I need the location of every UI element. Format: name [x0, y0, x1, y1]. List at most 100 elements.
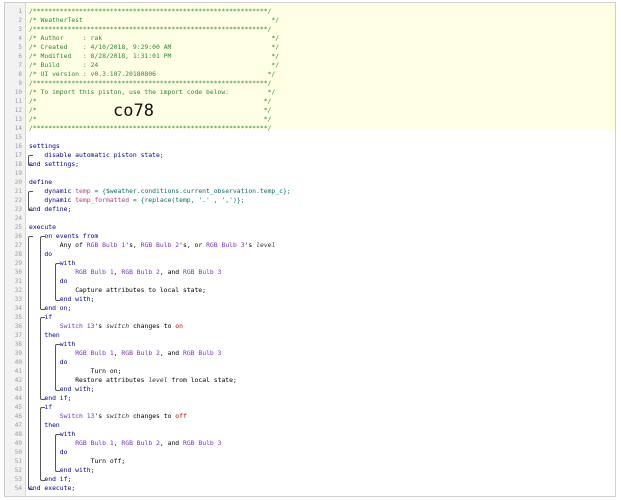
device-rgb-bulb-1[interactable]: RGB Bulb 1 [75, 268, 113, 276]
code-line: do [60, 448, 68, 457]
device-rgb-bulb-1[interactable]: RGB Bulb 1 [87, 241, 125, 249]
line-number: 44 [14, 395, 22, 402]
code-line: Turn off; [91, 457, 126, 466]
code-line: end define; [29, 205, 71, 214]
on-events-keyword: on events from [44, 232, 99, 240]
import-code: co78 [113, 100, 154, 121]
code-line: /* Created : 4/10/2018, 9:29:00 AM */ [29, 43, 279, 52]
line-number: 36 [14, 323, 22, 330]
line-number: 45 [14, 404, 22, 411]
attribute-level[interactable]: level [256, 241, 275, 249]
code-line: execute [29, 223, 56, 232]
code-line: /* UI version : v0.3.107.20180806 */ [29, 70, 275, 79]
line-number: 18 [14, 161, 22, 168]
code-area: /***************************************… [25, 3, 615, 496]
code-line: then [44, 421, 59, 430]
code-line: with [60, 259, 75, 268]
device-rgb-bulb-2[interactable]: RGB Bulb 2 [141, 241, 179, 249]
line-number: 46 [14, 413, 22, 420]
end-with-keyword: end with; [59, 466, 95, 474]
temp-expression: = {$weather.conditions.current_observati… [94, 187, 291, 195]
header-import-note: /* To import this piston, use the import… [29, 88, 276, 96]
line-number: 49 [14, 440, 22, 447]
header-modified: /* Modified : 8/28/2018, 1:31:01 PM */ [29, 52, 280, 60]
value-off[interactable]: off [175, 412, 187, 420]
line-number: 29 [14, 260, 22, 267]
device-rgb-bulb-1[interactable]: RGB Bulb 1 [75, 349, 113, 357]
code-line: settings [29, 142, 60, 151]
line-number: 34 [14, 305, 22, 312]
and-text: , and [159, 349, 180, 357]
attribute-switch[interactable]: switch [106, 322, 129, 330]
with-keyword: with [59, 259, 76, 267]
code-line: end settings; [29, 160, 79, 169]
end-on-keyword: end on; [44, 304, 72, 312]
device-switch-13[interactable]: Switch 13 [60, 322, 95, 330]
changes-to-text: changes to [132, 412, 172, 420]
attribute-level[interactable]: level [148, 376, 167, 384]
restore-statement: Restore attributes [75, 376, 145, 384]
value-on[interactable]: on [175, 322, 183, 330]
line-number: 11 [14, 98, 22, 105]
device-rgb-bulb-3[interactable]: RGB Bulb 3 [183, 439, 221, 447]
line-number: 37 [14, 332, 22, 339]
line-number: 9 [18, 80, 22, 87]
code-line: dynamic temp = {$weather.conditions.curr… [44, 187, 290, 196]
any-of-text: Any of [59, 241, 83, 249]
device-rgb-bulb-2[interactable]: RGB Bulb 2 [121, 439, 159, 447]
line-number: 20 [14, 179, 22, 186]
end-execute-keyword: end execute; [29, 484, 76, 492]
block-guide [28, 155, 33, 166]
line-number: 13 [14, 116, 22, 123]
define-keyword: define [29, 178, 53, 186]
line-number: 19 [14, 170, 22, 177]
end-with-keyword: end with; [59, 295, 95, 303]
temp-variable[interactable]: temp [75, 187, 90, 195]
device-switch-13[interactable]: Switch 13 [60, 412, 95, 420]
line-number: 22 [14, 197, 22, 204]
line-number: 28 [14, 251, 22, 258]
device-rgb-bulb-3[interactable]: RGB Bulb 3 [183, 349, 221, 357]
device-rgb-bulb-2[interactable]: RGB Bulb 2 [121, 268, 159, 276]
dynamic-keyword: dynamic [44, 187, 72, 195]
and-text: , and [159, 268, 180, 276]
block-guide [54, 344, 60, 391]
line-number: 6 [18, 53, 22, 60]
line-number: 52 [14, 467, 22, 474]
piston-code-viewer: 1 2 3 4 5 6 7 8 9 10 11 12 13 14 15 16 17 18 19 20 21 22 23 24 2… [4, 2, 616, 497]
end-if-keyword: end if; [44, 475, 72, 483]
temp-formatted-variable[interactable]: temp_formatted [75, 196, 129, 204]
attribute-switch[interactable]: switch [106, 412, 129, 420]
code-line: /***************************************… [29, 7, 271, 16]
device-rgb-bulb-3[interactable]: RGB Bulb 3 [206, 241, 244, 249]
line-number: 54 [14, 485, 22, 492]
block-guide [39, 236, 45, 310]
line-number: 42 [14, 377, 22, 384]
line-number: 7 [18, 62, 22, 69]
line-number: 31 [14, 278, 22, 285]
line-number: 33 [14, 296, 22, 303]
line-number: 35 [14, 314, 22, 321]
header-ui-version: /* UI version : v0.3.107.20180806 */ [29, 70, 276, 78]
comma: , [113, 439, 118, 447]
block-guide [54, 263, 60, 301]
device-rgb-bulb-1[interactable]: RGB Bulb 1 [75, 439, 113, 447]
line-number: 15 [14, 134, 22, 141]
if-keyword: if [44, 403, 53, 411]
and-text: , and [159, 439, 180, 447]
header-border: /***************************************… [29, 124, 272, 132]
end-settings-keyword: end settings; [29, 160, 80, 168]
code-line: RGB Bulb 1, RGB Bulb 2, and RGB Bulb 3 [75, 268, 221, 277]
line-number: 32 [14, 287, 22, 294]
code-line: do [60, 358, 68, 367]
device-rgb-bulb-3[interactable]: RGB Bulb 3 [183, 268, 221, 276]
do-keyword: do [59, 277, 68, 285]
block-guide [28, 191, 33, 211]
dynamic-keyword: dynamic [44, 196, 72, 204]
end-with-keyword: end with; [59, 385, 95, 393]
code-line: do [60, 277, 68, 286]
device-rgb-bulb-2[interactable]: RGB Bulb 2 [121, 349, 159, 357]
block-guide [39, 407, 45, 481]
line-number: 12 [14, 107, 22, 114]
disable-state-statement: disable automatic piston state; [44, 151, 164, 159]
